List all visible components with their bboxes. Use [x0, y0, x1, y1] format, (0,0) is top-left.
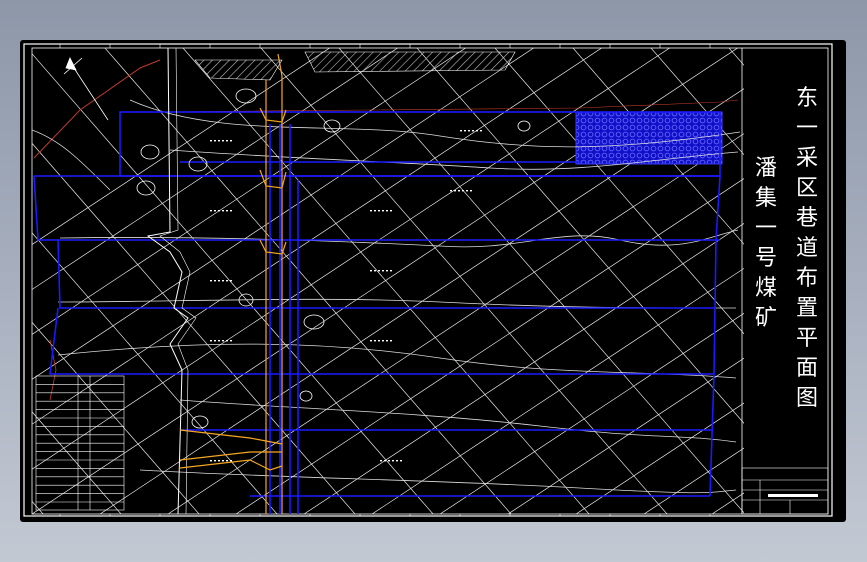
mine-name: 潘集一号煤矿 — [754, 156, 777, 331]
legend-table — [35, 375, 125, 511]
drawing-title: 东一采区巷道布置平面图 — [795, 86, 818, 411]
hatched-boundary-zone-2 — [304, 51, 516, 73]
north-arrow-icon — [63, 57, 109, 121]
mine-plan-drawing — [23, 43, 833, 517]
boundary-dashed — [159, 99, 739, 113]
mined-goaf-block — [575, 111, 723, 165]
coal-pillar-boundary — [33, 59, 161, 159]
title-block — [741, 467, 829, 515]
cad-viewport[interactable]: 东一采区巷道布置平面图 潘集一号煤矿 — [20, 40, 846, 522]
panel-left-boundary — [146, 48, 189, 514]
callout-markers — [136, 88, 531, 429]
